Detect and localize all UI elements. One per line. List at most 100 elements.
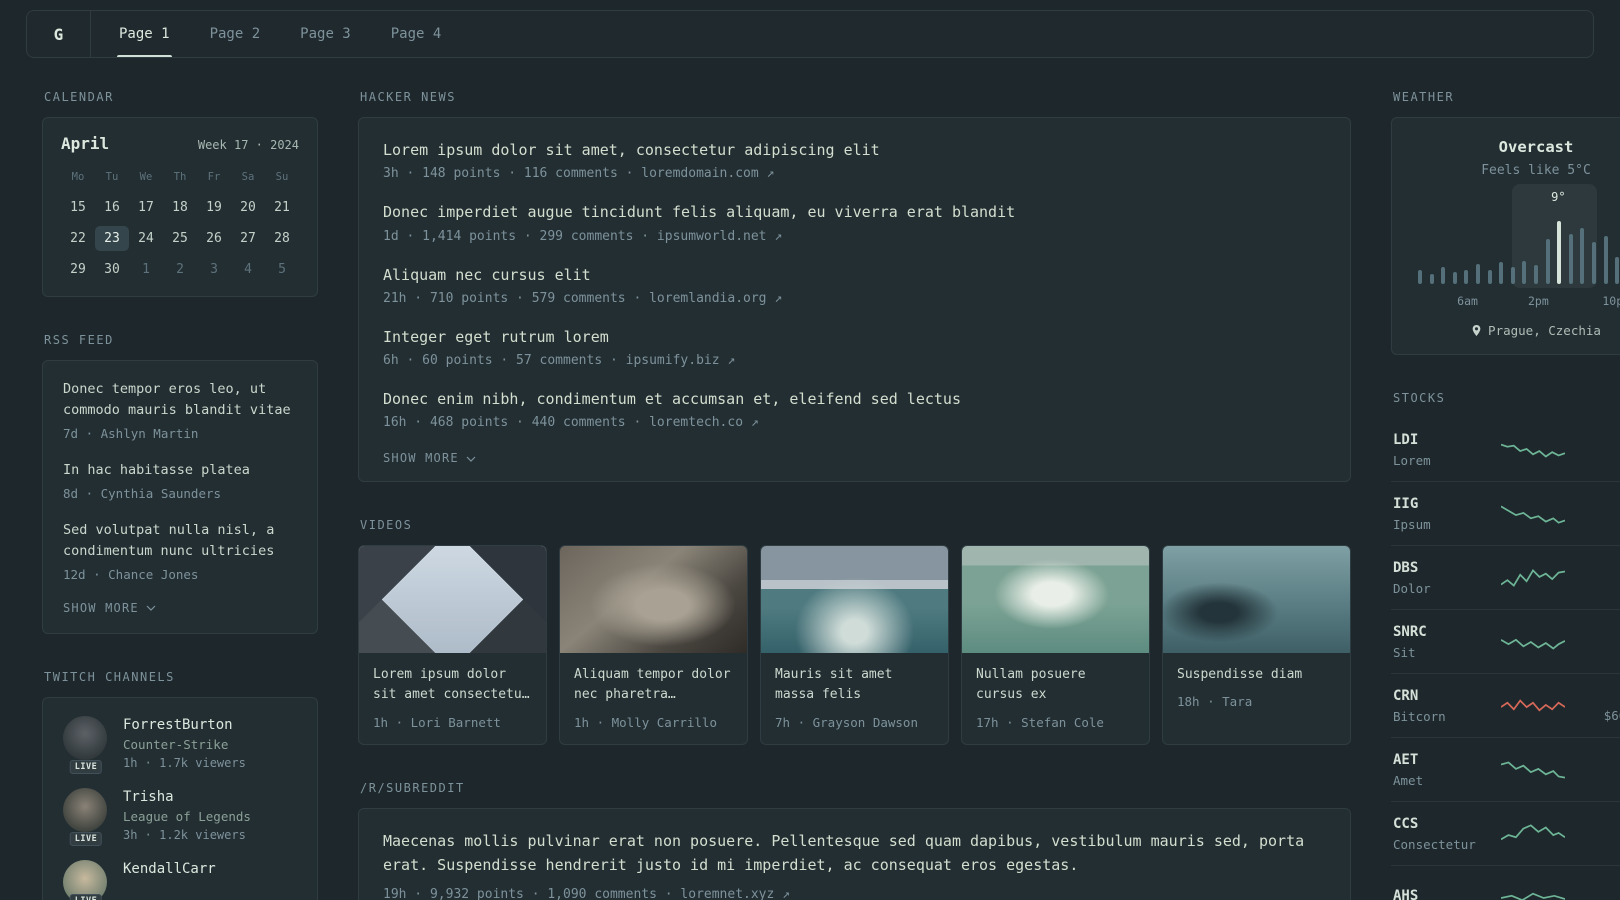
- video-card[interactable]: Nullam posuere cursus ex 17h · Stefan Co…: [961, 545, 1150, 745]
- rss-item-title[interactable]: Sed volutpat nulla nisl, a condimentum n…: [63, 520, 297, 562]
- page-tabs: Page 1 Page 2 Page 3 Page 4: [91, 11, 461, 57]
- tab-page-2[interactable]: Page 2: [190, 11, 281, 57]
- left-column: CALENDAR April Week 17 · 2024 Mo Tu We T…: [42, 90, 318, 900]
- reddit-post-title[interactable]: Maecenas mollis pulvinar erat non posuer…: [383, 829, 1326, 879]
- hn-item-meta: 21h · 710 points · 579 comments · loreml…: [383, 291, 1326, 306]
- hn-meta-text: 21h · 710 points · 579 comments · loreml…: [383, 290, 767, 306]
- stock-row: AHS +0.46%: [1391, 866, 1620, 900]
- video-title[interactable]: Suspendisse diam: [1177, 665, 1336, 685]
- twitch-channel-meta: 3h · 1.2k viewers: [123, 827, 246, 842]
- stock-change: +2.84%: [1587, 496, 1620, 511]
- hn-item-title[interactable]: Integer eget rutrum lorem: [383, 327, 1326, 347]
- rss-item-title[interactable]: Donec tempor eros leo, ut commodo mauris…: [63, 379, 297, 421]
- rss-item-title[interactable]: In hac habitasse platea: [63, 460, 297, 481]
- video-meta: 17h · Stefan Cole: [976, 714, 1104, 730]
- stock-symbol: AHS: [1393, 887, 1419, 900]
- weather-location-text: Prague, Czechia: [1488, 323, 1601, 338]
- dow-label: Sa: [241, 171, 255, 183]
- external-link-icon: ↗: [750, 415, 759, 431]
- stock-id: CRN Bitcorn: [1393, 688, 1479, 724]
- weather-bar: [1557, 220, 1562, 284]
- video-body: Suspendisse diam 18h · Tara: [1163, 653, 1350, 723]
- hn-item: Donec imperdiet augue tincidunt felis al…: [383, 202, 1326, 243]
- stock-price: $66,171.48: [1603, 708, 1620, 723]
- weather-time-axis: 6am 2pm 10pm: [1418, 294, 1620, 309]
- calendar-header: April Week 17 · 2024: [61, 134, 299, 153]
- hn-item-title[interactable]: Donec imperdiet augue tincidunt felis al…: [383, 202, 1326, 222]
- stock-values: +1.42% $156.28: [1587, 560, 1620, 595]
- video-body: Nullam posuere cursus ex 17h · Stefan Co…: [962, 653, 1149, 743]
- stock-name: Ipsum: [1393, 516, 1431, 532]
- hn-item-meta: 1d · 1,414 points · 299 comments · ipsum…: [383, 229, 1326, 244]
- live-badge: LIVE: [69, 831, 103, 846]
- weather-condition: Overcast: [1498, 138, 1574, 156]
- weather-bar: [1545, 239, 1550, 284]
- weather-bar: [1464, 269, 1469, 284]
- stock-values: +1.36% $148.64: [1587, 624, 1620, 659]
- video-card[interactable]: Mauris sit amet massa felis 7h · Grayson…: [760, 545, 949, 745]
- stock-name: Consectetur: [1393, 836, 1476, 852]
- video-card[interactable]: Suspendisse diam 18h · Tara: [1162, 545, 1351, 745]
- calendar-day-next-month: 2: [176, 262, 184, 277]
- dow-label: Tu: [105, 171, 119, 183]
- hn-item-title[interactable]: Donec enim nibh, condimentum et accumsan…: [383, 389, 1326, 409]
- video-thumbnail[interactable]: [1163, 546, 1350, 654]
- tab-page-3[interactable]: Page 3: [280, 11, 371, 57]
- tab-page-1[interactable]: Page 1: [99, 11, 190, 57]
- rss-card: Donec tempor eros leo, ut commodo mauris…: [42, 360, 318, 634]
- twitch-channel-game: Counter-Strike: [123, 736, 229, 752]
- twitch-channel-name[interactable]: ForrestBurton: [123, 717, 246, 733]
- stock-change: +1.36%: [1587, 624, 1620, 639]
- twitch-channel[interactable]: LIVE Trisha League of Legends 3h · 1.2k …: [63, 787, 297, 846]
- twitch-channel[interactable]: LIVE KendallCarr: [63, 859, 297, 900]
- video-thumbnail[interactable]: [962, 546, 1149, 654]
- calendar-day-next-month: 4: [244, 262, 252, 277]
- stock-price: $795.18: [1587, 452, 1620, 467]
- video-thumbnail[interactable]: [761, 546, 948, 654]
- twitch-channel-name[interactable]: KendallCarr: [123, 861, 216, 877]
- calendar-day: 20: [240, 200, 256, 215]
- twitch-channel-info: Trisha League of Legends 3h · 1.2k viewe…: [123, 788, 251, 842]
- video-body: Lorem ipsum dolor sit amet consectetu… 1…: [359, 653, 546, 743]
- rss-show-more-button[interactable]: SHOW MORE: [63, 601, 297, 615]
- video-card[interactable]: Lorem ipsum dolor sit amet consectetu… 1…: [358, 545, 547, 745]
- stock-symbol: CRN: [1393, 687, 1419, 704]
- hn-show-more-button[interactable]: SHOW MORE: [383, 451, 1326, 465]
- hn-item-meta: 6h · 60 points · 57 comments · ipsumify.…: [383, 353, 1326, 368]
- stock-values: +4.35% $795.18: [1587, 432, 1620, 467]
- stock-change: -1.00%: [1587, 688, 1620, 703]
- show-more-label: SHOW MORE: [383, 451, 459, 466]
- calendar-day: 30: [104, 262, 120, 277]
- calendar-day: 26: [206, 231, 222, 246]
- stock-id: AET Amet: [1393, 752, 1479, 788]
- video-title[interactable]: Lorem ipsum dolor sit amet consectetu…: [373, 665, 532, 705]
- stock-row: IIG Ipsum +2.84% $42.04: [1391, 482, 1620, 546]
- hn-item-title[interactable]: Aliquam nec cursus elit: [383, 265, 1326, 285]
- dow-label: We: [139, 171, 153, 183]
- video-thumbnail[interactable]: [560, 546, 747, 654]
- video-title[interactable]: Mauris sit amet massa felis: [775, 665, 934, 705]
- video-title[interactable]: Aliquam tempor dolor nec pharetra…: [574, 665, 733, 705]
- stock-sparkline: [1501, 698, 1565, 712]
- stock-sparkline: [1501, 638, 1565, 650]
- video-card[interactable]: Aliquam tempor dolor nec pharetra… 1h · …: [559, 545, 748, 745]
- weather-bar: [1591, 242, 1596, 284]
- stock-sparkline: [1501, 892, 1565, 900]
- hn-item-title[interactable]: Lorem ipsum dolor sit amet, consectetur …: [383, 140, 1326, 160]
- dow-label: Mo: [71, 171, 85, 183]
- stock-values: -1.00% $66,171.48: [1587, 688, 1620, 723]
- video-thumbnail[interactable]: [359, 546, 546, 654]
- twitch-channel[interactable]: LIVE ForrestBurton Counter-Strike 1h · 1…: [63, 715, 297, 774]
- video-title[interactable]: Nullam posuere cursus ex: [976, 665, 1135, 705]
- calendar-day-today: 23: [95, 226, 129, 251]
- weather-time-label: 10pm: [1602, 294, 1620, 308]
- calendar-section-title: CALENDAR: [44, 90, 114, 104]
- hacker-news-widget: HACKER NEWS Lorem ipsum dolor sit amet, …: [358, 90, 1351, 483]
- app-logo[interactable]: G: [27, 11, 91, 57]
- rss-item-meta: 12d · Chance Jones: [63, 566, 199, 582]
- calendar-day: 17: [138, 200, 154, 215]
- weather-bar: [1429, 273, 1434, 284]
- twitch-channel-name[interactable]: Trisha: [123, 789, 251, 805]
- stock-row: AET Amet +0.92% $499.72: [1391, 738, 1620, 802]
- tab-page-4[interactable]: Page 4: [371, 11, 462, 57]
